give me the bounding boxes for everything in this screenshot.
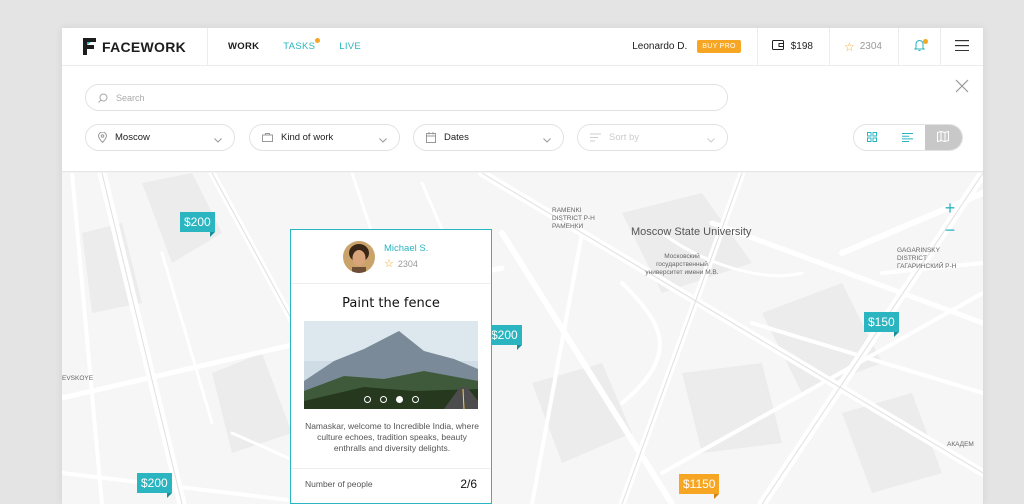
list-view-button[interactable] xyxy=(889,125,924,150)
people-value: 2/6 xyxy=(460,476,477,491)
map[interactable]: Moscow State University Московский госуд… xyxy=(62,173,983,504)
sort-by-select[interactable]: Sort by xyxy=(577,124,728,151)
zoom-in-button[interactable]: + xyxy=(935,197,965,219)
map-view-button[interactable] xyxy=(924,125,962,150)
map-price-tag[interactable]: $200 xyxy=(137,473,172,498)
menu-button[interactable] xyxy=(941,28,983,66)
wallet-icon xyxy=(771,40,784,53)
dates-value: Dates xyxy=(444,132,469,143)
author-name[interactable]: Michael S. xyxy=(384,243,428,254)
notifications-button[interactable] xyxy=(899,28,941,66)
author-rating: ☆ 2304 xyxy=(384,257,428,270)
people-label: Number of people xyxy=(305,478,373,489)
nav-tasks-label: TASKS xyxy=(283,41,316,52)
map-price-tag[interactable]: $150 xyxy=(864,312,899,337)
star-icon: ☆ xyxy=(843,39,855,54)
carousel-dot-active[interactable] xyxy=(395,396,403,403)
minus-icon: − xyxy=(944,219,956,240)
buy-pro-button[interactable]: BUY PRO xyxy=(697,40,741,53)
close-icon[interactable] xyxy=(955,79,969,93)
calendar-icon xyxy=(426,132,436,143)
card-image[interactable] xyxy=(304,321,478,409)
author-info: Michael S. ☆ 2304 xyxy=(384,243,428,270)
map-icon xyxy=(937,129,950,147)
star-icon: ☆ xyxy=(384,258,394,270)
briefcase-icon xyxy=(262,133,273,142)
top-bar-right: Leonardo D. BUY PRO $198 ☆ 2304 xyxy=(632,28,983,66)
grid-icon xyxy=(866,129,877,147)
kind-of-work-value: Kind of work xyxy=(281,132,334,143)
hamburger-icon xyxy=(955,39,969,54)
map-label-akadem: АКАДЕМ xyxy=(947,441,974,448)
chevron-down-icon xyxy=(379,135,387,146)
top-bar: FACEWORK WORK TASKS LIVE Leonardo D. BUY… xyxy=(62,28,983,66)
brand-logo[interactable]: FACEWORK xyxy=(62,28,208,66)
map-label-gagarinsky: GAGARINSKY DISTRICT ГАГАРИНСКИЙ Р-Н xyxy=(897,247,957,270)
avatar[interactable] xyxy=(343,240,375,273)
location-value: Moscow xyxy=(115,132,150,143)
main-nav: WORK TASKS LIVE xyxy=(208,28,385,66)
grid-view-button[interactable] xyxy=(854,125,889,150)
map-label-evskoye: EVSKOYE xyxy=(62,375,94,382)
chevron-down-icon xyxy=(543,135,551,146)
card-title: Paint the fence xyxy=(342,296,440,311)
card-author: Michael S. ☆ 2304 xyxy=(291,230,491,284)
zoom-controls: + − xyxy=(935,197,965,241)
carousel-dots xyxy=(304,396,478,403)
location-select[interactable]: Moscow xyxy=(85,124,235,151)
map-price-tag[interactable]: $1150 xyxy=(679,474,720,499)
author-rating-value: 2304 xyxy=(397,258,418,269)
dates-select[interactable]: Dates xyxy=(413,124,564,151)
task-card[interactable]: Michael S. ☆ 2304 Paint the fence Namask… xyxy=(290,229,492,504)
notification-dot xyxy=(315,38,321,43)
nav-work[interactable]: WORK xyxy=(228,41,259,52)
map-price-tag[interactable]: $200 xyxy=(487,325,522,350)
facework-logo-icon xyxy=(83,38,96,55)
map-label-ramenki: RAMENKI DISTRICT Р-Н РАМЕНКИ xyxy=(552,207,595,230)
map-price-tag[interactable]: $200 xyxy=(180,212,215,237)
chevron-down-icon xyxy=(707,135,715,146)
chevron-down-icon xyxy=(214,135,222,146)
carousel-dot[interactable] xyxy=(411,396,419,403)
sort-by-placeholder: Sort by xyxy=(609,132,640,143)
nav-tasks[interactable]: TASKS xyxy=(283,38,321,52)
map-label-msu-ru: Московский государственный университет и… xyxy=(645,253,719,276)
wallet[interactable]: $198 xyxy=(758,28,830,66)
card-description: Namaskar, welcome to Incredible India, w… xyxy=(305,421,479,453)
search-input[interactable]: Search xyxy=(85,84,728,111)
zoom-out-button[interactable]: − xyxy=(935,219,965,241)
notification-dot xyxy=(923,38,928,44)
carousel-dot[interactable] xyxy=(363,396,371,403)
search-placeholder: Search xyxy=(116,92,145,103)
sort-icon xyxy=(590,133,601,142)
user-name: Leonardo D. xyxy=(632,41,688,52)
list-icon xyxy=(901,129,913,147)
rating[interactable]: ☆ 2304 xyxy=(830,28,899,66)
brand-name: FACEWORK xyxy=(102,38,187,55)
app-window: FACEWORK WORK TASKS LIVE Leonardo D. BUY… xyxy=(62,28,983,504)
plus-icon: + xyxy=(944,197,956,218)
nav-live[interactable]: LIVE xyxy=(339,41,361,52)
rating-value: 2304 xyxy=(859,41,882,52)
map-label-msu: Moscow State University xyxy=(631,226,752,238)
card-people-row: Number of people 2/6 xyxy=(291,468,491,498)
filter-panel: Search Moscow Kind of work Dates Sort by xyxy=(62,66,983,172)
balance-value: $198 xyxy=(790,41,813,52)
search-icon xyxy=(98,93,108,103)
location-pin-icon xyxy=(98,132,107,143)
kind-of-work-select[interactable]: Kind of work xyxy=(249,124,400,151)
view-toggle xyxy=(853,124,963,151)
user-info[interactable]: Leonardo D. BUY PRO xyxy=(632,28,758,66)
carousel-dot[interactable] xyxy=(379,396,387,403)
